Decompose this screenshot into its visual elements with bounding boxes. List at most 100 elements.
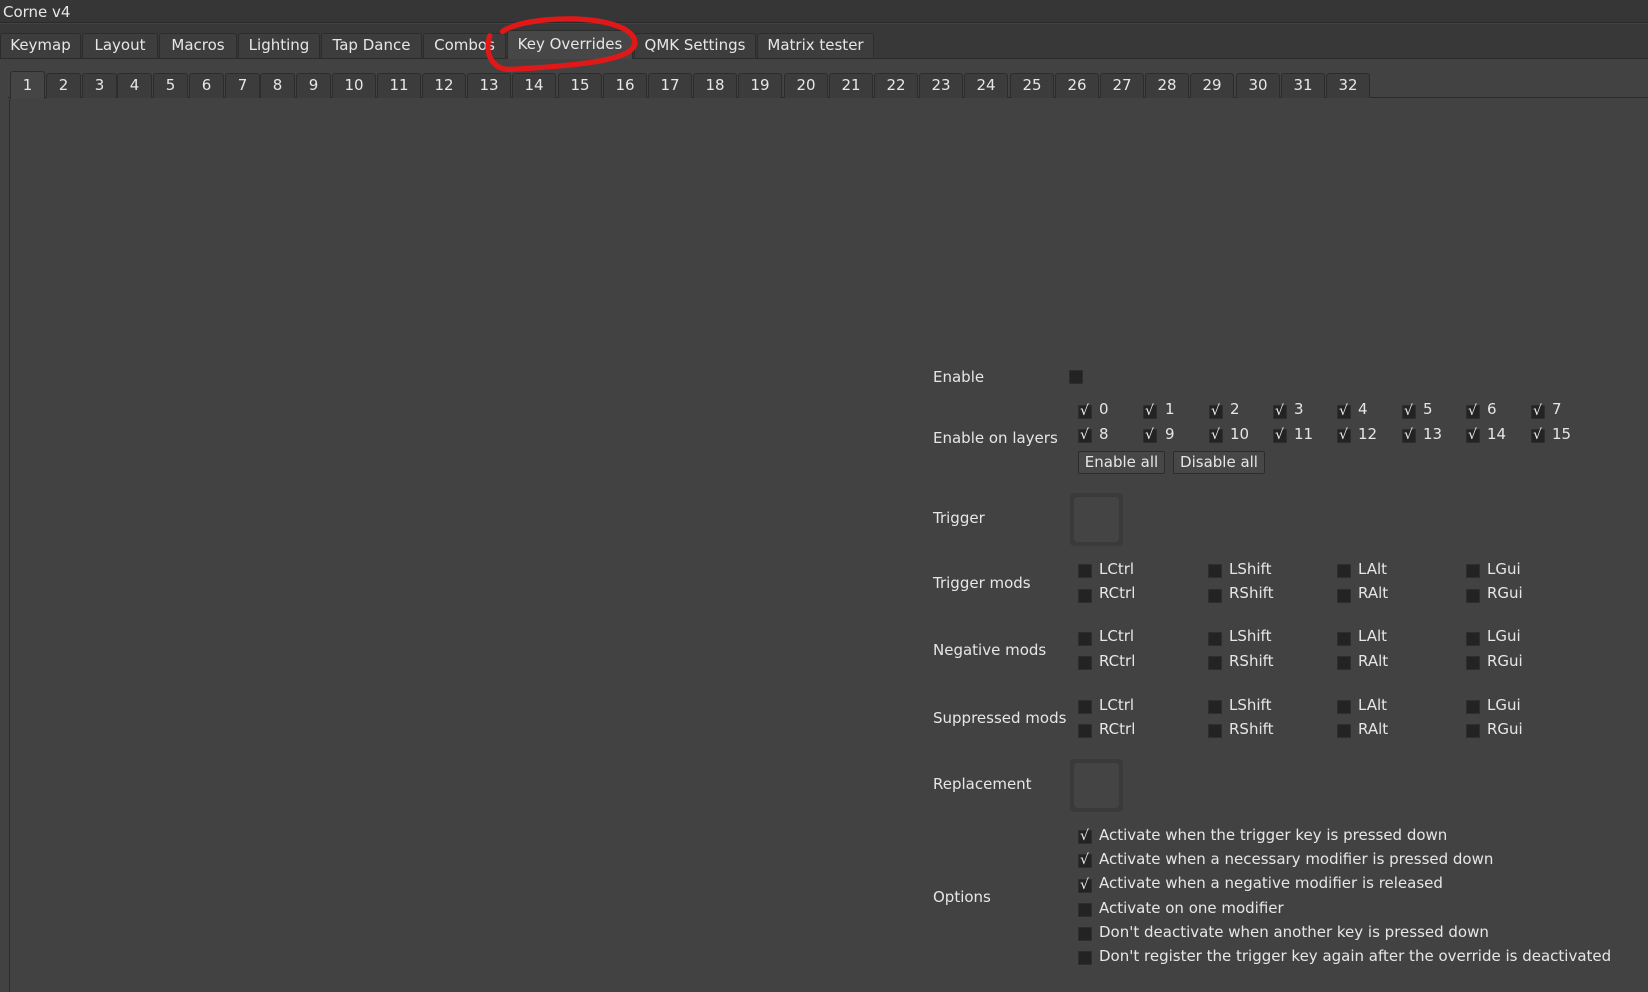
tab-matrix-tester[interactable]: Matrix tester <box>757 33 874 58</box>
override-tab-6[interactable]: 6 <box>189 73 224 98</box>
override-tab-4[interactable]: 4 <box>117 73 152 98</box>
override-tab-29[interactable]: 29 <box>1190 73 1234 98</box>
layer-10-checkbox[interactable] <box>1209 427 1223 443</box>
override-tab-14[interactable]: 14 <box>512 73 556 98</box>
trigger-mod-rshift-checkbox[interactable] <box>1208 589 1222 603</box>
override-tab-24[interactable]: 24 <box>964 73 1008 98</box>
trigger-mod-lalt-checkbox[interactable] <box>1337 564 1351 578</box>
trigger-mod-lgui-checkbox[interactable] <box>1466 564 1480 578</box>
override-tab-7[interactable]: 7 <box>225 73 260 98</box>
layer-14-checkbox[interactable] <box>1466 427 1480 443</box>
layer-5-checkbox[interactable] <box>1402 403 1416 419</box>
override-tab-22[interactable]: 22 <box>874 73 918 98</box>
trigger-mod-lgui-label: LGui <box>1487 560 1521 578</box>
disable-all-button[interactable]: Disable all <box>1173 451 1265 474</box>
option-4-checkbox[interactable] <box>1078 903 1092 917</box>
option-6-checkbox[interactable] <box>1078 951 1092 965</box>
override-tab-20[interactable]: 20 <box>784 73 828 98</box>
override-tab-27[interactable]: 27 <box>1100 73 1144 98</box>
override-tab-26[interactable]: 26 <box>1055 73 1099 98</box>
override-tab-21[interactable]: 21 <box>829 73 873 98</box>
override-tab-10[interactable]: 10 <box>332 73 376 98</box>
layer-0-checkbox[interactable] <box>1078 403 1092 419</box>
override-tab-30[interactable]: 30 <box>1236 73 1280 98</box>
negative-mod-ralt-checkbox[interactable] <box>1337 656 1351 670</box>
override-tab-23[interactable]: 23 <box>919 73 963 98</box>
trigger-mod-rgui-checkbox[interactable] <box>1466 589 1480 603</box>
suppressed-mod-rshift-checkbox[interactable] <box>1208 724 1222 738</box>
layer-13-checkbox[interactable] <box>1402 427 1416 443</box>
trigger-key-button[interactable] <box>1070 493 1123 546</box>
option-5-checkbox[interactable] <box>1078 927 1092 941</box>
override-tab-31[interactable]: 31 <box>1281 73 1325 98</box>
override-tab-1[interactable]: 1 <box>10 71 45 99</box>
layer-7-checkbox[interactable] <box>1531 403 1545 419</box>
trigger-mod-lctrl-checkbox[interactable] <box>1078 564 1092 578</box>
override-tab-13[interactable]: 13 <box>467 73 511 98</box>
suppressed-mod-rgui-checkbox[interactable] <box>1466 724 1480 738</box>
tab-layout[interactable]: Layout <box>82 33 158 58</box>
layer-13-label: 13 <box>1423 425 1443 443</box>
negative-mod-lshift-checkbox[interactable] <box>1208 632 1222 646</box>
layer-4-checkbox[interactable] <box>1337 403 1351 419</box>
suppressed-mod-lgui-checkbox[interactable] <box>1466 700 1480 714</box>
trigger-mod-ralt-checkbox[interactable] <box>1337 589 1351 603</box>
enable-all-button[interactable]: Enable all <box>1078 451 1165 474</box>
layer-11-checkbox[interactable] <box>1273 427 1287 443</box>
replacement-key-button[interactable] <box>1070 759 1123 812</box>
suppressed-mod-lctrl-label: LCtrl <box>1099 696 1135 714</box>
tab-lighting[interactable]: Lighting <box>238 33 320 58</box>
tab-combos[interactable]: Combos <box>423 33 506 58</box>
tab-macros[interactable]: Macros <box>159 33 237 58</box>
layer-6-checkbox[interactable] <box>1466 403 1480 419</box>
override-tab-5[interactable]: 5 <box>153 73 188 98</box>
negative-mod-rctrl-checkbox[interactable] <box>1078 656 1092 670</box>
negative-mod-lctrl-checkbox[interactable] <box>1078 632 1092 646</box>
suppressed-mod-lshift-checkbox[interactable] <box>1208 700 1222 714</box>
layer-1-checkbox[interactable] <box>1143 403 1157 419</box>
suppressed-mod-rctrl-checkbox[interactable] <box>1078 724 1092 738</box>
override-tab-19[interactable]: 19 <box>738 73 782 98</box>
option-1-checkbox[interactable] <box>1078 828 1092 844</box>
negative-mod-rgui-checkbox[interactable] <box>1466 656 1480 670</box>
option-4-label: Activate on one modifier <box>1099 899 1284 917</box>
negative-mod-lgui-checkbox[interactable] <box>1466 632 1480 646</box>
layer-15-checkbox[interactable] <box>1531 427 1545 443</box>
override-tab-11[interactable]: 11 <box>377 73 421 98</box>
trigger-mod-lshift-checkbox[interactable] <box>1208 564 1222 578</box>
suppressed-mod-ralt-checkbox[interactable] <box>1337 724 1351 738</box>
override-tab-12[interactable]: 12 <box>422 73 466 98</box>
layer-2-checkbox[interactable] <box>1209 403 1223 419</box>
override-tab-18[interactable]: 18 <box>693 73 737 98</box>
main-tab-bar: Keymap Layout Macros Lighting Tap Dance Combo… <box>0 24 1648 59</box>
override-tab-28[interactable]: 28 <box>1145 73 1189 98</box>
suppressed-mod-ralt-label: RAlt <box>1358 720 1389 738</box>
negative-mod-lalt-checkbox[interactable] <box>1337 632 1351 646</box>
override-tab-17[interactable]: 17 <box>648 73 692 98</box>
option-2-checkbox[interactable] <box>1078 852 1092 868</box>
override-tab-25[interactable]: 25 <box>1010 73 1054 98</box>
tab-tap-dance[interactable]: Tap Dance <box>321 33 422 58</box>
tab-qmk-settings[interactable]: QMK Settings <box>634 33 756 58</box>
enable-checkbox[interactable] <box>1069 370 1083 384</box>
layer-12-checkbox[interactable] <box>1337 427 1351 443</box>
option-3-checkbox[interactable] <box>1078 877 1092 893</box>
override-tab-32[interactable]: 32 <box>1326 73 1370 98</box>
override-tab-2[interactable]: 2 <box>46 73 81 98</box>
negative-mod-lshift-label: LShift <box>1229 627 1272 645</box>
override-tab-3[interactable]: 3 <box>82 73 117 98</box>
tab-key-overrides[interactable]: Key Overrides <box>507 30 633 59</box>
tab-keymap[interactable]: Keymap <box>0 33 81 58</box>
override-tab-15[interactable]: 15 <box>558 73 602 98</box>
suppressed-mod-lctrl-checkbox[interactable] <box>1078 700 1092 714</box>
trigger-mod-rctrl-checkbox[interactable] <box>1078 589 1092 603</box>
layer-9-checkbox[interactable] <box>1143 427 1157 443</box>
layer-3-checkbox[interactable] <box>1273 403 1287 419</box>
override-tab-8[interactable]: 8 <box>260 73 295 98</box>
layer-9-label: 9 <box>1165 425 1175 443</box>
override-tab-9[interactable]: 9 <box>296 73 331 98</box>
override-tab-16[interactable]: 16 <box>603 73 647 98</box>
negative-mod-rshift-checkbox[interactable] <box>1208 656 1222 670</box>
suppressed-mod-lalt-checkbox[interactable] <box>1337 700 1351 714</box>
layer-8-checkbox[interactable] <box>1078 427 1092 443</box>
